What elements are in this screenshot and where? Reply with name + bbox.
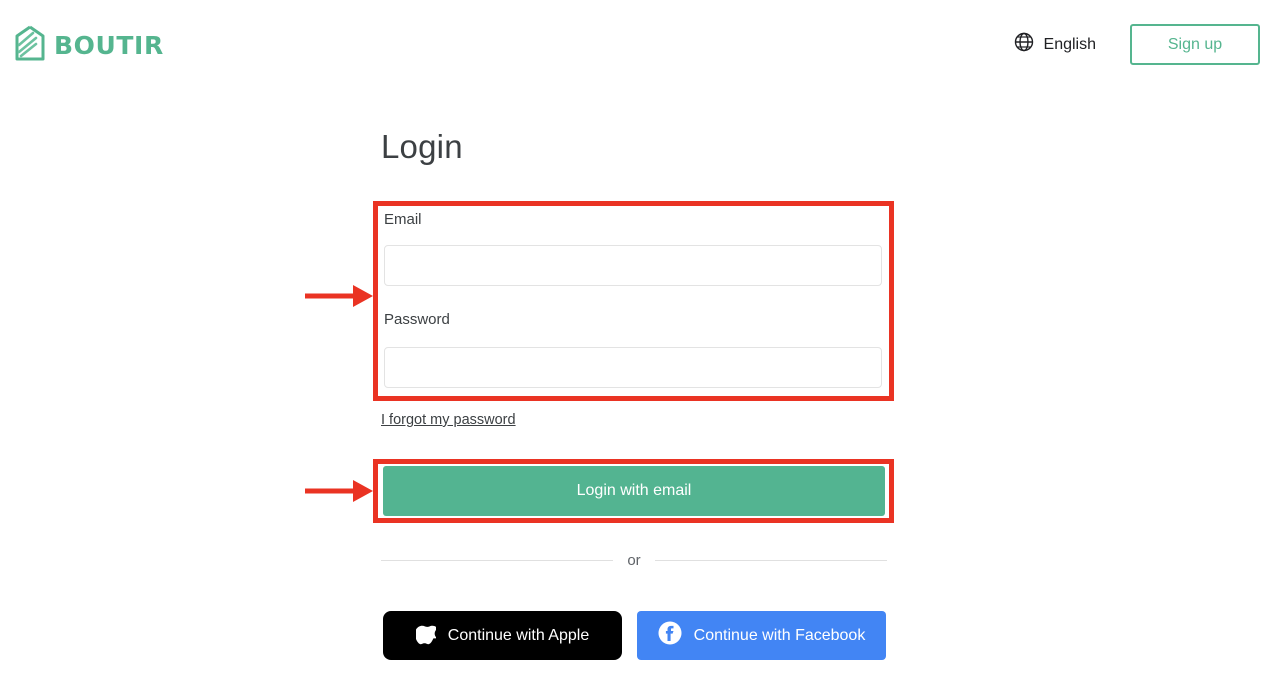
social-login-row: Continue with Apple Continue with Facebo… — [383, 611, 886, 660]
boutir-house-logo-icon — [14, 25, 46, 66]
login-with-email-button[interactable]: Login with email — [383, 466, 885, 516]
continue-with-facebook-button[interactable]: Continue with Facebook — [637, 611, 886, 660]
header-actions: English Sign up — [1014, 24, 1260, 65]
facebook-button-label: Continue with Facebook — [693, 626, 866, 644]
apple-icon — [414, 622, 439, 650]
password-input[interactable] — [384, 347, 882, 388]
forgot-password-link[interactable]: I forgot my password — [381, 412, 516, 428]
language-selector[interactable]: English — [1014, 32, 1096, 57]
brand-name: BOUTIR — [54, 31, 164, 60]
or-divider: or — [381, 552, 887, 569]
arrow-pointing-to-login-button — [305, 480, 373, 502]
email-input[interactable] — [384, 245, 882, 286]
brand-logo[interactable]: BOUTIR — [14, 25, 164, 66]
continue-with-apple-button[interactable]: Continue with Apple — [383, 611, 622, 660]
language-label: English — [1043, 35, 1096, 53]
password-field-label: Password — [384, 311, 450, 328]
sign-up-button[interactable]: Sign up — [1130, 24, 1260, 65]
divider-rule-right — [654, 560, 887, 561]
arrow-pointing-to-credential-fields — [305, 285, 373, 307]
divider-label: or — [627, 552, 641, 569]
globe-icon — [1014, 32, 1034, 57]
facebook-icon — [658, 621, 682, 650]
page-title: Login — [381, 128, 463, 165]
divider-rule-left — [381, 560, 614, 561]
apple-button-label: Continue with Apple — [447, 626, 590, 644]
email-field-label: Email — [384, 211, 422, 228]
page-header: BOUTIR English Sign up — [0, 0, 1280, 90]
